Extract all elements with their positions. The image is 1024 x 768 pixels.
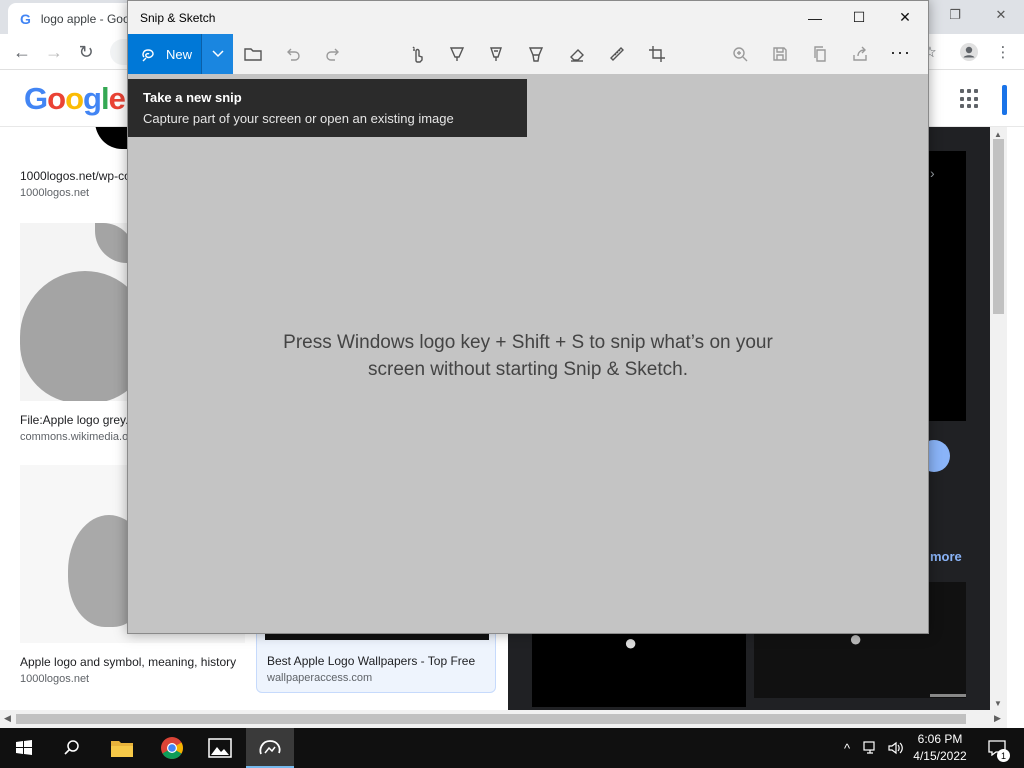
forward-icon[interactable]: →	[42, 40, 66, 64]
tooltip-title: Take a new snip	[143, 90, 242, 105]
result-card-selected[interactable]: Best Apple Logo Wallpapers - Top Free wa…	[256, 626, 496, 693]
horizontal-scrollbar[interactable]: ◀ ▶	[0, 710, 1007, 728]
reload-icon[interactable]: ↻	[74, 40, 98, 64]
sign-in-button[interactable]	[1002, 85, 1007, 115]
next-chevron-icon[interactable]: ›	[930, 165, 935, 181]
chrome-icon	[161, 737, 183, 759]
result-source: 1000logos.net	[20, 673, 90, 685]
show-hidden-icons-icon[interactable]: ^	[836, 728, 858, 768]
new-snip-tooltip: Take a new snip Capture part of your scr…	[128, 79, 527, 137]
network-icon[interactable]	[860, 728, 882, 768]
maximize-icon[interactable]: ☐	[836, 1, 882, 34]
notifications-button[interactable]: 1	[982, 728, 1012, 768]
photos-button[interactable]	[196, 728, 244, 768]
back-icon[interactable]: ←	[10, 40, 34, 64]
photos-icon	[208, 738, 232, 758]
snip-sketch-window: Snip & Sketch — ☐ ✕ New ··· Take a new s…	[127, 0, 929, 634]
restore-icon[interactable]: ❐	[932, 0, 978, 30]
window-title: Snip & Sketch	[140, 11, 216, 25]
scroll-right-icon[interactable]: ▶	[994, 713, 1001, 724]
share-icon[interactable]	[849, 43, 871, 65]
shortcut-hint: Press Windows logo key + Shift + S to sn…	[128, 329, 928, 383]
search-icon	[64, 740, 79, 755]
redo-icon[interactable]	[322, 43, 344, 65]
vertical-scrollbar[interactable]: ▲ ▼	[990, 127, 1007, 710]
new-snip-dropdown-button[interactable]	[201, 34, 233, 74]
preview-scroll-indicator	[930, 694, 966, 697]
chrome-button[interactable]	[148, 728, 196, 768]
preview-image[interactable]	[928, 151, 966, 421]
more-link[interactable]: more	[930, 549, 962, 564]
undo-icon[interactable]	[282, 43, 304, 65]
eraser-icon[interactable]	[566, 43, 588, 65]
chevron-down-icon	[211, 50, 224, 58]
google-favicon-icon: G	[20, 10, 31, 27]
scroll-thumb[interactable]	[16, 714, 966, 724]
file-explorer-button[interactable]	[98, 728, 146, 768]
close-icon[interactable]: ✕	[978, 0, 1024, 30]
open-file-icon[interactable]	[242, 43, 264, 65]
clock-date: 4/15/2022	[913, 749, 967, 763]
scroll-down-icon[interactable]: ▼	[994, 699, 1002, 708]
close-icon[interactable]: ✕	[882, 1, 928, 34]
clock-time: 6:06 PM	[917, 732, 963, 746]
ruler-icon[interactable]	[606, 43, 628, 65]
zoom-icon[interactable]	[729, 43, 751, 65]
new-snip-icon	[142, 49, 154, 62]
highlighter-icon[interactable]	[525, 43, 547, 65]
taskbar: ^ 6:06 PM 4/15/2022 1	[0, 728, 1024, 768]
save-icon[interactable]	[769, 43, 791, 65]
google-logo[interactable]: Google	[24, 81, 126, 117]
folder-icon	[111, 741, 133, 757]
snip-toolbar: New ···	[128, 34, 928, 74]
result-caption[interactable]: Best Apple Logo Wallpapers - Top Free	[267, 654, 485, 668]
result-source: wallpaperaccess.com	[267, 672, 373, 684]
scroll-thumb[interactable]	[993, 139, 1004, 314]
new-snip-label: New	[166, 46, 193, 62]
new-snip-button[interactable]: New	[128, 34, 201, 74]
result-caption[interactable]: Apple logo and symbol, meaning, history	[20, 655, 245, 669]
search-button[interactable]	[48, 728, 96, 768]
snip-sketch-button[interactable]	[246, 728, 294, 768]
touch-writing-icon[interactable]	[407, 43, 429, 65]
browser-tab[interactable]: G logo apple - Google Search	[8, 3, 138, 34]
profile-icon[interactable]	[957, 40, 981, 64]
hint-line: screen without starting Snip & Sketch.	[368, 359, 688, 380]
scroll-left-icon[interactable]: ◀	[4, 713, 11, 724]
snip-title-bar: Snip & Sketch — ☐ ✕	[128, 1, 928, 34]
ballpoint-pen-icon[interactable]	[446, 43, 468, 65]
crop-icon[interactable]	[646, 43, 668, 65]
tab-title: logo apple - Google Search	[40, 11, 138, 26]
snip-sketch-icon	[259, 740, 281, 755]
hint-line: Press Windows logo key + Shift + S to sn…	[283, 332, 773, 353]
tooltip-subtitle: Capture part of your screen or open an e…	[143, 111, 454, 126]
copy-icon[interactable]	[809, 43, 831, 65]
pencil-icon[interactable]	[485, 43, 507, 65]
scroll-up-icon[interactable]: ▲	[994, 130, 1002, 139]
notification-count-badge: 1	[997, 749, 1010, 762]
windows-logo-icon	[16, 740, 32, 755]
google-apps-icon[interactable]	[960, 89, 980, 109]
start-button[interactable]	[0, 728, 48, 768]
system-clock[interactable]: 6:06 PM 4/15/2022	[900, 731, 980, 765]
see-more-icon[interactable]: ···	[890, 42, 911, 63]
minimize-icon[interactable]: —	[792, 1, 838, 34]
chrome-menu-icon[interactable]: ⋮	[991, 40, 1015, 64]
